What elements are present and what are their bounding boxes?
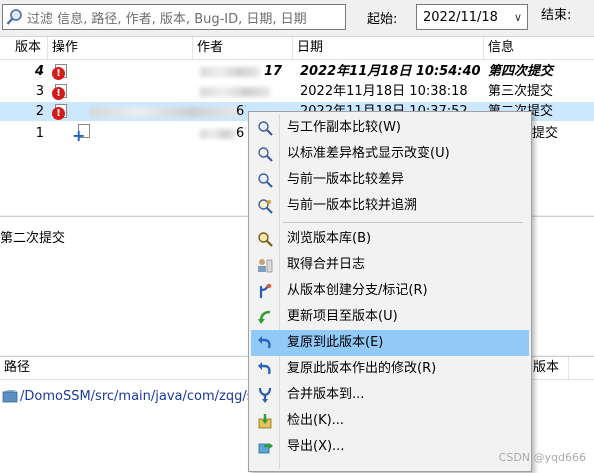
- menu-item-label: 合并版本到...: [287, 387, 365, 402]
- merge-log-icon: [257, 257, 273, 273]
- menu-item-merge-revision[interactable]: 合并版本到...: [251, 382, 529, 408]
- menu-separator: [283, 222, 523, 223]
- export-icon: [257, 439, 273, 455]
- menu-item-label: 以标准差异格式显示改变(U): [287, 146, 450, 161]
- menu-item-compare-blame[interactable]: 与前一版本比较并追溯: [251, 193, 529, 219]
- error-icon: !: [52, 107, 65, 120]
- menu-item-merge-log[interactable]: 取得合并日志: [251, 252, 529, 278]
- author-cell: 17: [264, 64, 283, 79]
- menu-item-label: 复原到此版本(E): [287, 335, 384, 350]
- col-actions[interactable]: 操作: [48, 37, 193, 59]
- start-date-value: 2022/11/18: [423, 9, 498, 25]
- menu-item-label: 检出(K)...: [287, 413, 345, 428]
- menu-item-unified-diff[interactable]: 以标准差异格式显示改变(U): [251, 141, 529, 167]
- start-date-picker[interactable]: 2022/11/18 ∨: [416, 4, 528, 30]
- search-placeholder: 过滤 信息, 路径, 作者, 版本, Bug-ID, 日期, 日期: [27, 11, 307, 27]
- message-cell: 第四次提交: [488, 64, 554, 79]
- revert-icon: [257, 335, 273, 351]
- error-icon: !: [52, 67, 65, 80]
- author-blurred: [200, 87, 270, 97]
- start-label: 起始:: [367, 12, 398, 27]
- revision-cell: 4: [34, 64, 44, 79]
- menu-item-repo-browser[interactable]: 浏览版本库(B): [251, 226, 529, 252]
- chevron-down-icon[interactable]: ∨: [509, 11, 527, 24]
- menu-item-update-to-revision[interactable]: 更新项目至版本(U): [251, 304, 529, 330]
- menu-item-export[interactable]: 导出(X)...: [251, 434, 529, 460]
- author-cell: 61: [236, 126, 246, 141]
- menu-item-compare-working-copy[interactable]: 与工作副本比较(W): [251, 115, 529, 141]
- col-author[interactable]: 作者: [193, 37, 293, 59]
- search-input[interactable]: 过滤 信息, 路径, 作者, 版本, Bug-ID, 日期, 日期: [2, 4, 346, 30]
- folder-icon: [2, 389, 18, 403]
- menu-item-label: 与前一版本比较并追溯: [287, 198, 418, 213]
- author-blurred: [200, 129, 236, 139]
- col-revision[interactable]: 版本: [0, 37, 48, 59]
- table-row[interactable]: 3 ! 2022年11月18日 10:38:18 第三次提交: [0, 82, 594, 101]
- log-table-header: 版本 操作 作者 日期 信息: [0, 37, 594, 60]
- menu-item-label: 与工作副本比较(W): [287, 120, 401, 135]
- compare-prev-icon: [257, 172, 273, 188]
- revision-cell: 3: [35, 84, 44, 99]
- author-blurred: [90, 107, 240, 117]
- checkout-icon: [257, 413, 273, 429]
- date-cell: 2022年11月18日 10:54:40: [300, 64, 480, 79]
- add-icon: +: [72, 126, 86, 145]
- menu-item-label: 与前一版本比较差异: [287, 172, 405, 187]
- menu-item-revert-to-revision[interactable]: 复原到此版本(E): [251, 330, 529, 356]
- table-row[interactable]: 4 ! 17 2022年11月18日 10:54:40 第四次提交: [0, 62, 594, 81]
- watermark: CSDN @yqd666: [498, 451, 586, 464]
- search-icon: [5, 7, 25, 27]
- log-message-text: 第二次提交: [0, 231, 66, 246]
- compare-icon: [257, 120, 273, 136]
- branch-icon: [257, 283, 273, 299]
- menu-item-label: 导出(X)...: [287, 439, 345, 454]
- menu-item-create-branch[interactable]: 从版本创建分支/标记(R): [251, 278, 529, 304]
- blame-icon: [257, 198, 273, 214]
- col-message[interactable]: 信息: [484, 37, 594, 59]
- filter-bar: 过滤 信息, 路径, 作者, 版本, Bug-ID, 日期, 日期 起始: 20…: [0, 0, 594, 34]
- diff-icon: [257, 146, 273, 162]
- path-text: /DomoSSM/src/main/java/com/zqg/spr: [20, 389, 268, 404]
- update-icon: [257, 309, 273, 325]
- menu-item-label: 取得合并日志: [287, 257, 366, 272]
- revision-cell: 2: [35, 104, 44, 119]
- date-cell: 2022年11月18日 10:38:18: [300, 84, 468, 99]
- revision-cell: 1: [35, 126, 44, 141]
- error-icon: !: [52, 87, 65, 100]
- revert-changes-icon: [257, 361, 273, 377]
- message-cell: 第三次提交: [488, 84, 554, 99]
- menu-item-label: 更新项目至版本(U): [287, 309, 398, 324]
- author-cell: 61: [236, 104, 246, 119]
- message-cell: 提交: [532, 126, 559, 141]
- menu-item-label: 复原此版本作出的修改(R): [287, 361, 437, 376]
- repo-browser-icon: [257, 231, 273, 247]
- merge-icon: [257, 387, 273, 403]
- menu-item-revert-changes[interactable]: 复原此版本作出的修改(R): [251, 356, 529, 382]
- col-date[interactable]: 日期: [293, 37, 484, 59]
- menu-item-label: 浏览版本库(B): [287, 231, 372, 246]
- context-menu: 与工作副本比较(W) 以标准差异格式显示改变(U) 与前一版本比较差异 与前一版…: [248, 111, 532, 472]
- menu-item-checkout[interactable]: 检出(K)...: [251, 408, 529, 434]
- col-path-revision[interactable]: 版本: [529, 357, 569, 379]
- end-label: 结束:: [541, 8, 572, 23]
- col-path[interactable]: 路径: [0, 357, 100, 379]
- author-blurred: [200, 67, 260, 77]
- menu-item-label: 从版本创建分支/标记(R): [287, 283, 428, 298]
- menu-item-compare-previous[interactable]: 与前一版本比较差异: [251, 167, 529, 193]
